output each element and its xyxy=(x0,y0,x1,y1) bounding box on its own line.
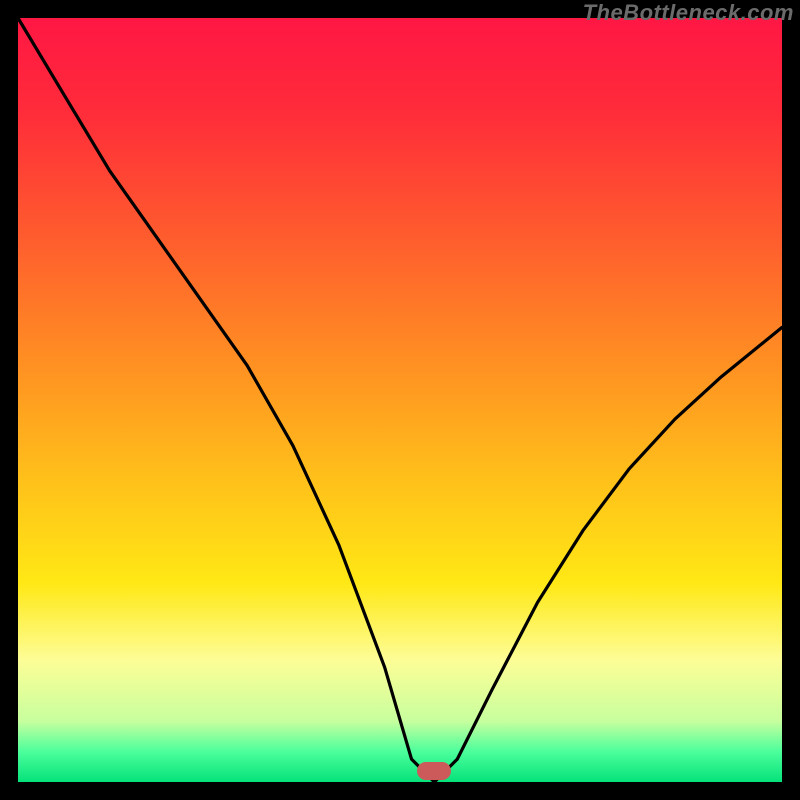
chart-frame: TheBottleneck.com xyxy=(0,0,800,800)
optimum-marker xyxy=(417,762,451,780)
bottleneck-curve xyxy=(18,18,782,782)
watermark-text: TheBottleneck.com xyxy=(583,0,794,26)
curve-path xyxy=(18,18,782,782)
